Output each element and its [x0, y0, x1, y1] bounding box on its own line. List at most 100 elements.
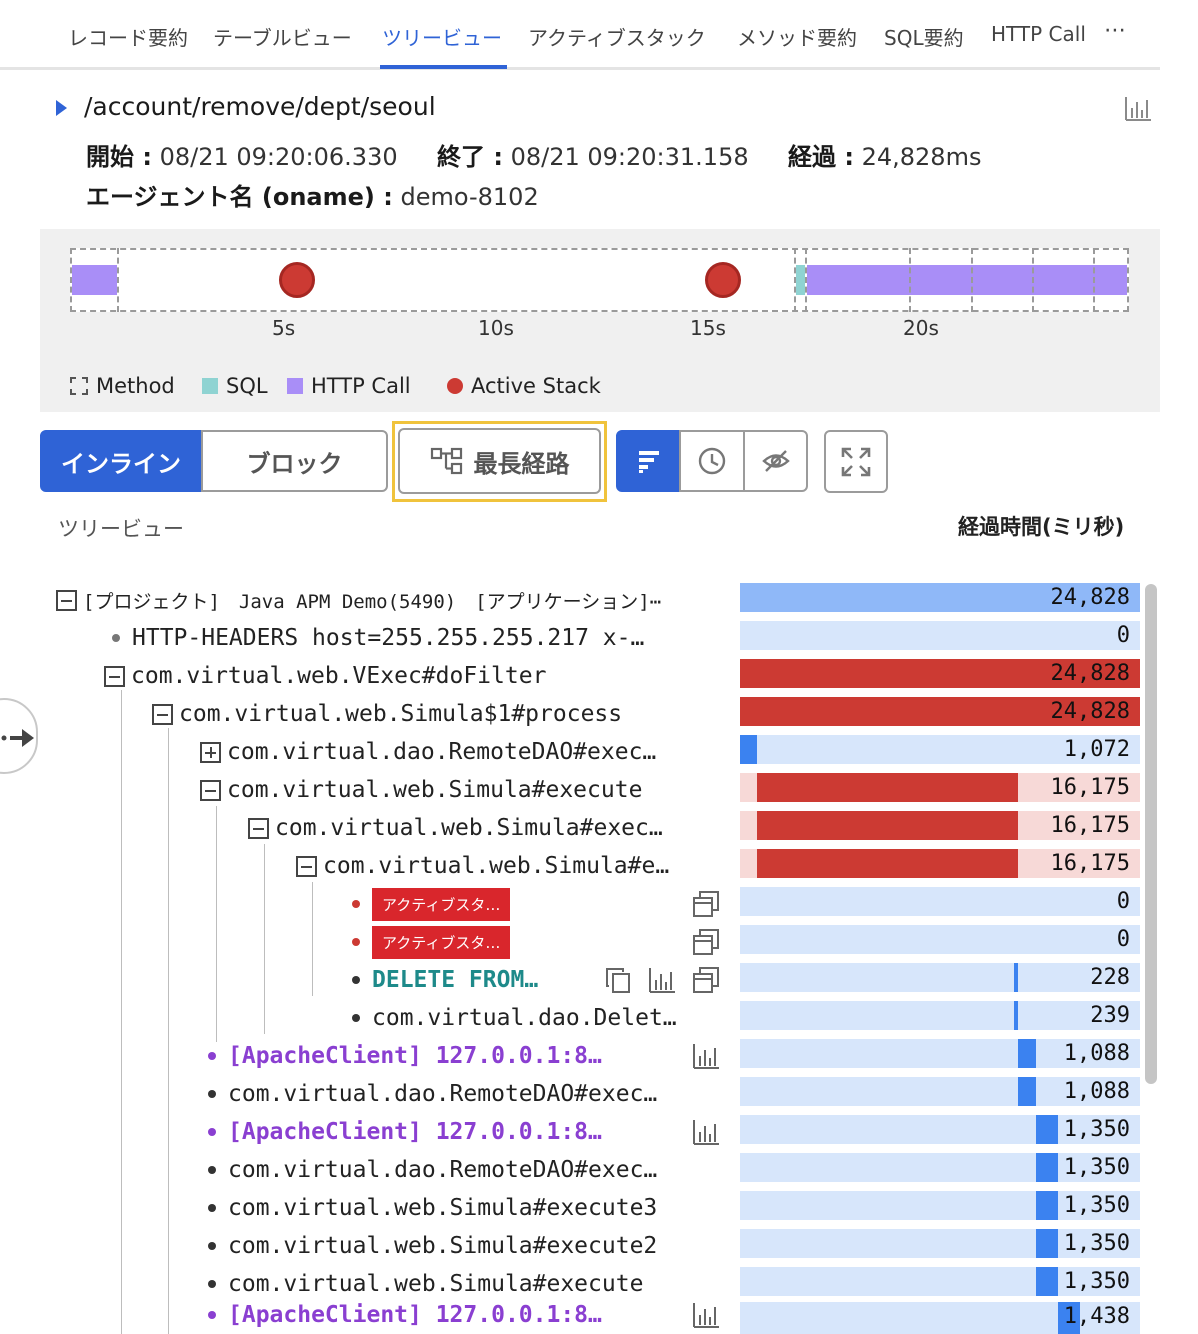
block-button[interactable]: ブロック — [201, 430, 388, 492]
tabs-more-icon[interactable]: ⋯ — [1104, 18, 1126, 43]
inline-button[interactable]: インライン — [40, 430, 202, 492]
timeline-divider — [971, 248, 973, 312]
sql-legend-swatch — [202, 378, 218, 394]
clock-icon — [698, 447, 726, 475]
tree-row[interactable]: com.virtual.web.Simula#execute2 1,350 — [0, 1227, 1160, 1265]
elapsed-bar-fill — [1014, 963, 1018, 992]
elapsed-value: 16,175 — [1050, 851, 1130, 876]
elapsed-bar-fill — [757, 773, 1018, 802]
tree-row[interactable]: com.virtual.web.Simula#execute3 1,350 — [0, 1189, 1160, 1227]
tree-row[interactable]: com.virtual.web.Simula#exec… 16,175 — [0, 809, 1160, 847]
elapsed-value: 1,088 — [1063, 1041, 1130, 1066]
tree-row[interactable]: com.virtual.dao.Delet… 239 — [0, 999, 1160, 1037]
end-value: 08/21 09:20:31.158 — [510, 143, 749, 171]
elapsed-value: 0 — [1116, 623, 1130, 648]
elapsed-bar-fill — [1036, 1229, 1058, 1258]
expand-arrow-icon[interactable] — [56, 100, 67, 116]
elapsed-column-header[interactable]: 経過時間(ミリ秒) — [958, 511, 1124, 541]
tree-row[interactable]: com.virtual.dao.RemoteDAO#exec… 1,088 — [0, 1075, 1160, 1113]
popup-window-icon[interactable] — [692, 966, 720, 994]
timeline-http-bar[interactable] — [807, 265, 1127, 295]
node-label: [プロジェクト] Java APM Demo(5490) [アプリケーション]⋯ — [83, 590, 662, 613]
elapsed-value: 1,350 — [1063, 1155, 1130, 1180]
tree-row[interactable]: [ApacheClient] 127.0.0.1:8… 1,350 — [0, 1113, 1160, 1151]
bar-chart-icon[interactable] — [692, 1301, 720, 1329]
tree-row[interactable]: [プロジェクト] Java APM Demo(5490) [アプリケーション]⋯… — [0, 581, 1160, 619]
bullet-icon — [352, 976, 360, 984]
tab-http-call[interactable]: HTTP Call — [991, 22, 1086, 46]
hide-toggle-button[interactable] — [743, 430, 808, 492]
tab-table-view[interactable]: テーブルビュー — [213, 22, 352, 51]
start-value: 08/21 09:20:06.330 — [159, 143, 398, 171]
tree-row[interactable]: アクティブスタ… 0 — [0, 923, 1160, 961]
elapsed-bar: 1,350 — [740, 1191, 1140, 1220]
start-label: 開始 : — [86, 143, 152, 171]
tab-method-summary[interactable]: メソッド要約 — [737, 22, 857, 51]
timeline-http-bar[interactable] — [72, 265, 117, 295]
collapse-icon[interactable] — [248, 817, 269, 839]
tree-row[interactable]: com.virtual.dao.RemoteDAO#exec… 1,072 — [0, 733, 1160, 771]
elapsed-bar: 1,350 — [740, 1115, 1140, 1144]
popup-window-icon[interactable] — [692, 890, 720, 918]
collapse-icon[interactable] — [104, 665, 125, 687]
elapsed-value: 1,350 — [1063, 1231, 1130, 1256]
node-label: com.virtual.web.Simula#execute3 — [228, 1195, 658, 1221]
timeline-sql-bar[interactable] — [796, 265, 805, 295]
tab-tree-view[interactable]: ツリービュー — [382, 22, 502, 51]
popup-window-icon[interactable] — [692, 928, 720, 956]
tree-node: アクティブスタ… — [352, 923, 511, 961]
tree-node: [ApacheClient] 127.0.0.1:8… — [208, 1113, 602, 1151]
tree-row[interactable]: HTTP-HEADERS host=255.255.255.217 x-… 0 — [0, 619, 1160, 657]
http-call-label: [ApacheClient] 127.0.0.1:8… — [228, 1119, 602, 1145]
copy-icon[interactable] — [604, 966, 632, 994]
tree-row[interactable]: アクティブスタ… 0 — [0, 885, 1160, 923]
tree-row[interactable]: com.virtual.web.VExec#doFilter 24,828 — [0, 657, 1160, 695]
collapse-icon[interactable] — [200, 779, 221, 801]
start-time: 開始 : 08/21 09:20:06.330 — [86, 137, 398, 172]
bullet-icon — [352, 1014, 360, 1022]
elapsed-bar: 1,088 — [740, 1077, 1140, 1106]
elapsed-bar-fill — [757, 849, 1018, 878]
tree-row[interactable]: com.virtual.dao.RemoteDAO#exec… 1,350 — [0, 1151, 1160, 1189]
longest-path-label: 最長経路 — [473, 449, 570, 478]
expand-icon[interactable] — [200, 741, 221, 763]
active-stack-marker[interactable] — [705, 262, 741, 298]
bar-chart-icon[interactable] — [692, 1042, 720, 1070]
collapse-icon[interactable] — [296, 855, 317, 877]
collapse-icon[interactable] — [152, 703, 173, 725]
tab-record-summary[interactable]: レコード要約 — [68, 22, 188, 51]
elapsed-bar: 1,350 — [740, 1267, 1140, 1296]
time-toggle-button[interactable] — [679, 430, 745, 492]
tree-row[interactable]: [ApacheClient] 127.0.0.1:8… 1,088 — [0, 1037, 1160, 1075]
active-stack-badge[interactable]: アクティブスタ… — [372, 925, 511, 959]
tab-sql-summary[interactable]: SQL要約 — [884, 22, 964, 51]
sql-label: DELETE FROM… — [372, 967, 539, 993]
bar-chart-icon[interactable] — [692, 1118, 720, 1146]
bar-chart-icon[interactable] — [1124, 96, 1152, 122]
tab-active-stack[interactable]: アクティブスタック — [528, 22, 706, 51]
tree-node: DELETE FROM… — [352, 961, 538, 999]
active-stack-badge[interactable]: アクティブスタ… — [372, 887, 511, 921]
node-label: com.virtual.web.Simula#execute2 — [228, 1233, 658, 1259]
tree-row[interactable]: com.virtual.web.Simula#execute 16,175 — [0, 771, 1160, 809]
tree-node: com.virtual.dao.RemoteDAO#exec… — [200, 733, 656, 771]
node-label: com.virtual.web.Simula$1#process — [179, 701, 623, 727]
bar-chart-icon[interactable] — [648, 966, 676, 994]
tree-scrollbar[interactable] — [1145, 584, 1157, 1084]
elapsed-value: 1,350 — [1063, 1193, 1130, 1218]
tree-column-header: ツリービュー — [58, 517, 184, 541]
tree-row[interactable]: DELETE FROM… 228 — [0, 961, 1160, 999]
collapse-icon[interactable] — [56, 589, 77, 611]
sort-toggle-button[interactable] — [616, 430, 681, 492]
tree-row[interactable]: com.virtual.web.Simula$1#process 24,828 — [0, 695, 1160, 733]
timeline-tick: 15s — [690, 316, 726, 340]
active-stack-marker[interactable] — [279, 262, 315, 298]
elapsed-value: 1,072 — [1063, 737, 1130, 762]
tree-row[interactable]: com.virtual.web.Simula#e… 16,175 — [0, 847, 1160, 885]
active-stack-legend-swatch — [447, 378, 463, 394]
tree-row[interactable]: [ApacheClient] 127.0.0.1:8… 1,438 — [0, 1296, 1160, 1334]
elapsed-bar: 24,828 — [740, 697, 1140, 726]
fullscreen-button[interactable] — [824, 430, 888, 493]
tree-node: com.virtual.web.Simula#execute3 — [208, 1189, 657, 1227]
longest-path-button[interactable]: 最長経路 — [398, 428, 601, 494]
